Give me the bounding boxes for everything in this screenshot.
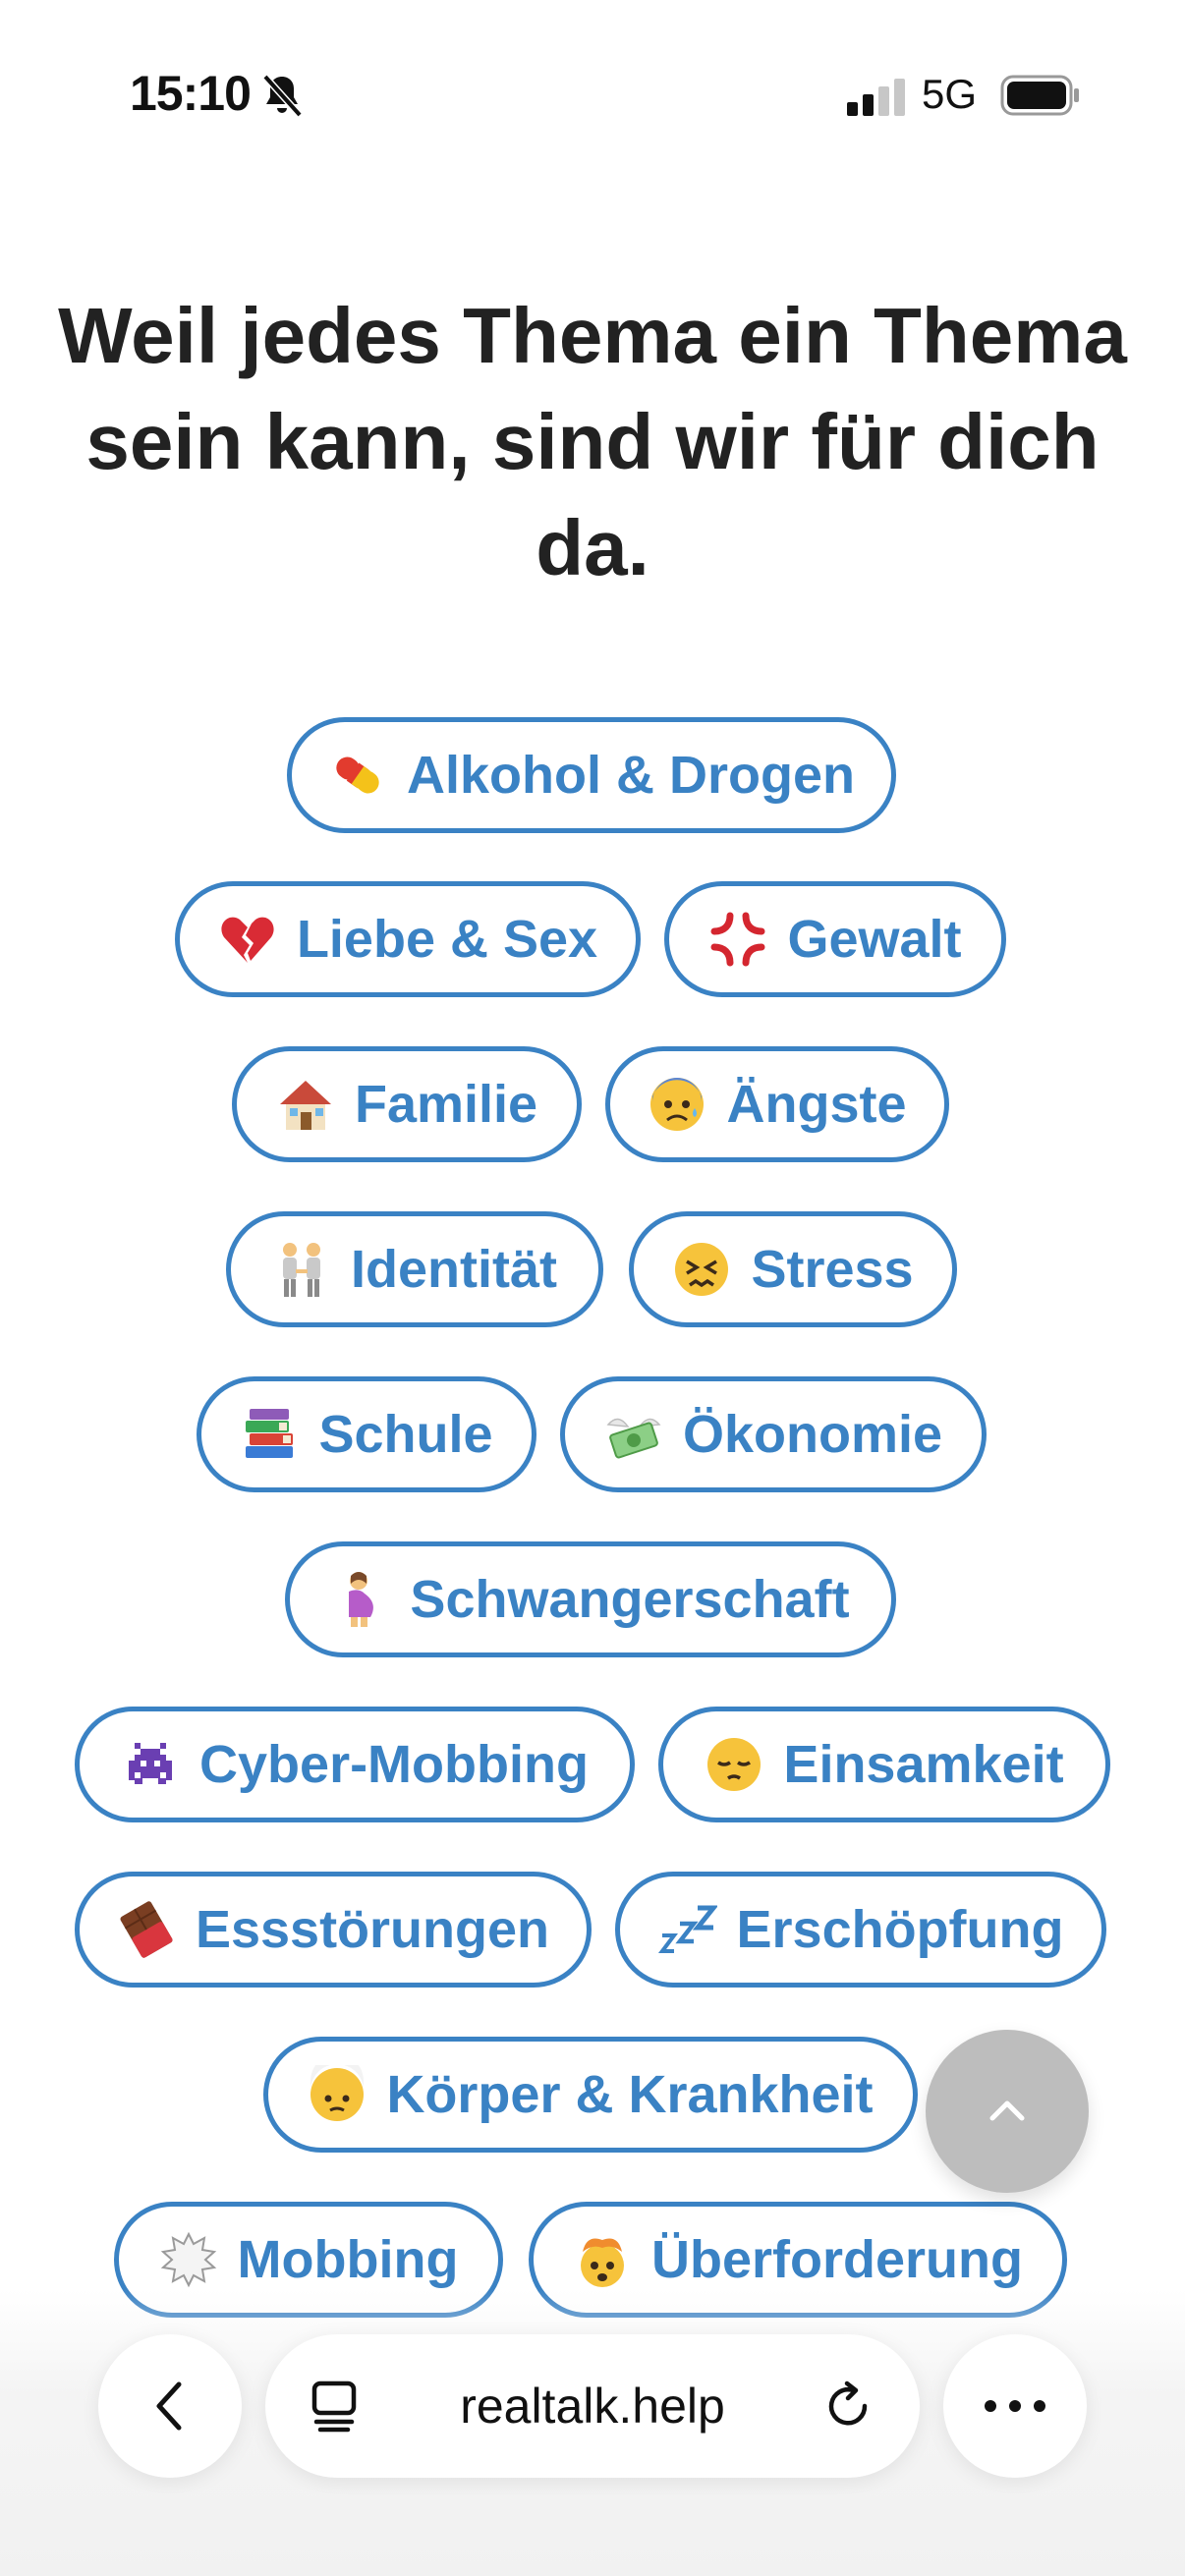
scroll-to-top-button[interactable] bbox=[926, 2030, 1089, 2193]
broken-heart-icon bbox=[221, 917, 274, 963]
topic-label: Gewalt bbox=[787, 910, 962, 969]
topic-schule[interactable]: Schule bbox=[197, 1376, 536, 1492]
money-with-wings-icon bbox=[606, 1418, 661, 1459]
topic-label: Stress bbox=[751, 1240, 914, 1299]
chocolate-bar-icon bbox=[120, 1901, 173, 1958]
topic-label: Ängste bbox=[726, 1075, 907, 1134]
topic-aengste[interactable]: Ängste bbox=[605, 1046, 949, 1162]
chevron-left-icon bbox=[156, 2381, 182, 2431]
page-headline: Weil jedes Thema ein Thema sein kann, si… bbox=[58, 292, 1127, 591]
topic-identitaet[interactable]: Identität bbox=[226, 1211, 603, 1327]
topic-label: Schule bbox=[318, 1405, 493, 1464]
bandaged-head-face-icon bbox=[310, 2065, 365, 2121]
status-time: 15:10 bbox=[130, 66, 252, 121]
battery-icon bbox=[1000, 75, 1079, 116]
pensive-face-icon bbox=[707, 1738, 762, 1791]
pill-icon bbox=[336, 756, 379, 794]
reload-icon[interactable] bbox=[821, 2380, 875, 2433]
topic-label: Überforderung bbox=[651, 2230, 1023, 2289]
house-icon bbox=[279, 1081, 331, 1130]
topic-label: Liebe & Sex bbox=[296, 910, 598, 969]
network-type: 5G bbox=[922, 71, 978, 117]
topic-stress[interactable]: Stress bbox=[629, 1211, 957, 1327]
topic-liebe-sex[interactable]: Liebe & Sex bbox=[175, 881, 641, 997]
topic-label: Schwangerschaft bbox=[410, 1570, 850, 1629]
topic-label: Cyber-Mobbing bbox=[199, 1735, 589, 1794]
topic-cyber-mobbing[interactable]: Cyber-Mobbing bbox=[75, 1707, 635, 1822]
topic-label: Identität bbox=[351, 1240, 557, 1299]
topic-label: Einsamkeit bbox=[783, 1735, 1064, 1794]
cellular-signal-icon bbox=[847, 79, 905, 116]
topic-label: Erschöpfung bbox=[736, 1900, 1064, 1959]
topic-label: Familie bbox=[354, 1075, 538, 1134]
topic-gewalt[interactable]: Gewalt bbox=[664, 881, 1006, 997]
topic-label: Mobbing bbox=[237, 2230, 459, 2289]
topic-label: Körper & Krankheit bbox=[386, 2065, 874, 2124]
books-icon bbox=[246, 1409, 294, 1458]
address-bar[interactable]: realtalk.help bbox=[265, 2334, 920, 2478]
topic-koerper-krankheit[interactable]: Körper & Krankheit bbox=[263, 2037, 918, 2153]
space-invader-icon bbox=[129, 1743, 173, 1784]
topic-label: Alkohol & Drogen bbox=[407, 746, 855, 805]
anger-bubble-icon bbox=[160, 2231, 216, 2288]
status-bar: 15:10 5G bbox=[0, 0, 1185, 187]
more-options-button[interactable] bbox=[943, 2334, 1087, 2478]
back-button[interactable] bbox=[98, 2334, 242, 2478]
exploding-head-icon bbox=[581, 2238, 624, 2287]
zzz-icon bbox=[657, 1905, 717, 1953]
anger-symbol-icon bbox=[710, 912, 765, 967]
pregnant-woman-icon bbox=[349, 1572, 374, 1627]
topic-oekonomie[interactable]: Ökonomie bbox=[560, 1376, 987, 1492]
confounded-face-icon bbox=[675, 1243, 729, 1296]
bell-slash-icon bbox=[262, 74, 303, 118]
more-dots-icon bbox=[985, 2400, 1045, 2412]
topic-alkohol-drogen[interactable]: Alkohol & Drogen bbox=[287, 717, 896, 833]
topic-erschoepfung[interactable]: Erschöpfung bbox=[615, 1872, 1106, 1988]
topic-familie[interactable]: Familie bbox=[232, 1046, 582, 1162]
people-holding-hands-icon bbox=[283, 1243, 320, 1297]
topic-essstoerungen[interactable]: Essstörungen bbox=[75, 1872, 592, 1988]
topic-schwangerschaft[interactable]: Schwangerschaft bbox=[285, 1541, 896, 1657]
topic-label: Essstörungen bbox=[195, 1900, 550, 1959]
topic-einsamkeit[interactable]: Einsamkeit bbox=[658, 1707, 1110, 1822]
chevron-up-icon bbox=[989, 2100, 1025, 2121]
topic-label: Ökonomie bbox=[682, 1405, 943, 1464]
anxious-face-icon bbox=[650, 1078, 705, 1131]
